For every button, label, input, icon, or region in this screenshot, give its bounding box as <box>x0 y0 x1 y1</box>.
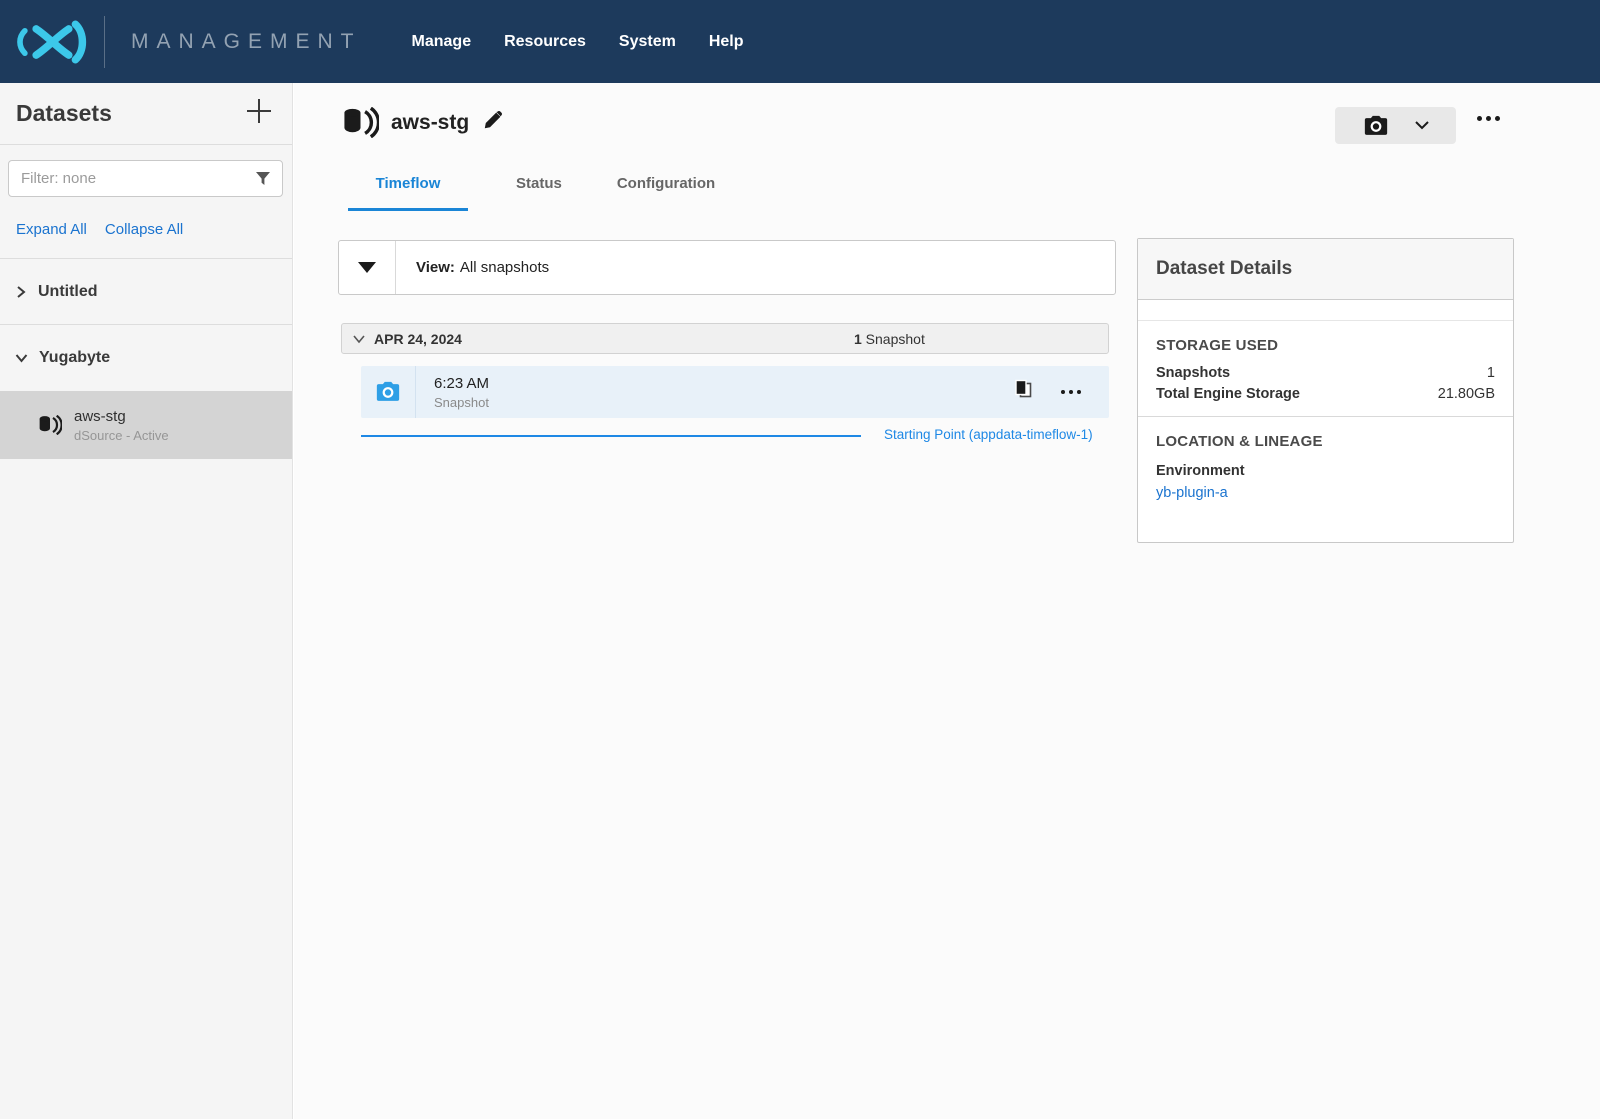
navbar-divider <box>104 16 105 68</box>
location-lineage-section: LOCATION & LINEAGE Environment yb-plugin… <box>1138 417 1513 515</box>
detail-row-snapshots: Snapshots 1 <box>1156 365 1495 381</box>
sidebar-title: Datasets <box>16 100 112 127</box>
chevron-down-icon <box>352 333 366 345</box>
pencil-icon <box>483 110 503 130</box>
menu-item-resources[interactable]: Resources <box>504 33 586 51</box>
plus-icon <box>244 96 274 126</box>
triangle-down-icon <box>357 261 377 274</box>
snapshot-type: Snapshot <box>434 395 489 410</box>
detail-row-total-storage: Total Engine Storage 21.80GB <box>1156 386 1495 402</box>
delphix-logo-icon[interactable] <box>0 13 104 71</box>
brand-label: MANAGEMENT <box>131 30 362 54</box>
main-menu: Manage Resources System Help <box>412 33 744 51</box>
sidebar-group-untitled[interactable]: Untitled <box>0 259 292 325</box>
collapse-all-link[interactable]: Collapse All <box>105 221 183 238</box>
provision-copy-button[interactable] <box>1013 379 1033 406</box>
take-snapshot-button[interactable] <box>1335 107 1456 144</box>
sidebar-item-aws-stg[interactable]: aws-stg dSource - Active <box>0 391 292 459</box>
expand-all-link[interactable]: Expand All <box>16 221 87 238</box>
timeflow-start-line <box>361 435 861 437</box>
storage-used-section: STORAGE USED Snapshots 1 Total Engine St… <box>1138 321 1513 417</box>
starting-point-link[interactable]: Starting Point (appdata-timeflow-1) <box>884 427 1093 442</box>
details-panel-title: Dataset Details <box>1156 258 1292 280</box>
datasets-sidebar: Datasets Expand All Collapse All Untitle… <box>0 83 293 1119</box>
filter-input[interactable] <box>8 160 283 197</box>
dsource-icon <box>38 415 62 435</box>
dataset-tabs: Timeflow Status Configuration <box>348 175 715 211</box>
environment-label: Environment <box>1156 463 1495 479</box>
snapshot-count: 1 Snapshot <box>854 331 925 347</box>
top-navbar: MANAGEMENT Manage Resources System Help <box>0 0 1600 83</box>
chevron-down-icon <box>14 351 29 365</box>
tab-configuration[interactable]: Configuration <box>617 175 715 211</box>
sidebar-group-yugabyte[interactable]: Yugabyte <box>0 325 292 391</box>
chevron-right-icon <box>14 285 28 299</box>
camera-icon <box>1363 115 1389 137</box>
snapshot-more-button[interactable] <box>1061 390 1081 394</box>
add-dataset-button[interactable] <box>244 96 274 131</box>
date-group-header[interactable]: APR 24, 2024 1 Snapshot <box>341 323 1109 354</box>
view-value: All snapshots <box>460 259 549 276</box>
menu-item-system[interactable]: System <box>619 33 676 51</box>
snapshot-camera-icon <box>375 381 401 403</box>
menu-item-help[interactable]: Help <box>709 33 744 51</box>
filter-funnel-icon[interactable] <box>255 171 271 191</box>
details-spacer <box>1138 300 1513 321</box>
dataset-name: aws-stg <box>74 408 169 425</box>
tab-timeflow[interactable]: Timeflow <box>348 175 468 211</box>
snapshot-time: 6:23 AM <box>434 375 489 392</box>
dataset-details-panel: Dataset Details STORAGE USED Snapshots 1… <box>1137 238 1514 543</box>
more-actions-button[interactable] <box>1477 116 1500 121</box>
dataset-status: dSource - Active <box>74 428 169 443</box>
view-label: View: <box>416 259 455 276</box>
environment-link[interactable]: yb-plugin-a <box>1156 485 1495 501</box>
view-filter-dropdown[interactable]: View: All snapshots <box>338 240 1116 295</box>
location-lineage-heading: LOCATION & LINEAGE <box>1156 433 1495 450</box>
chevron-down-icon[interactable] <box>1415 121 1429 130</box>
main-content: aws-stg Timeflow Status Configuration <box>294 83 1600 1119</box>
dsource-icon <box>342 107 379 138</box>
group-label: Yugabyte <box>39 349 110 367</box>
copy-icon <box>1013 379 1033 401</box>
group-label: Untitled <box>38 283 98 301</box>
snapshot-row[interactable]: 6:23 AM Snapshot <box>361 366 1109 418</box>
page-title: aws-stg <box>391 111 469 135</box>
menu-item-manage[interactable]: Manage <box>412 33 472 51</box>
storage-used-heading: STORAGE USED <box>1156 337 1495 354</box>
tab-status[interactable]: Status <box>516 175 562 211</box>
edit-name-button[interactable] <box>483 110 503 135</box>
date-label: APR 24, 2024 <box>374 331 462 347</box>
